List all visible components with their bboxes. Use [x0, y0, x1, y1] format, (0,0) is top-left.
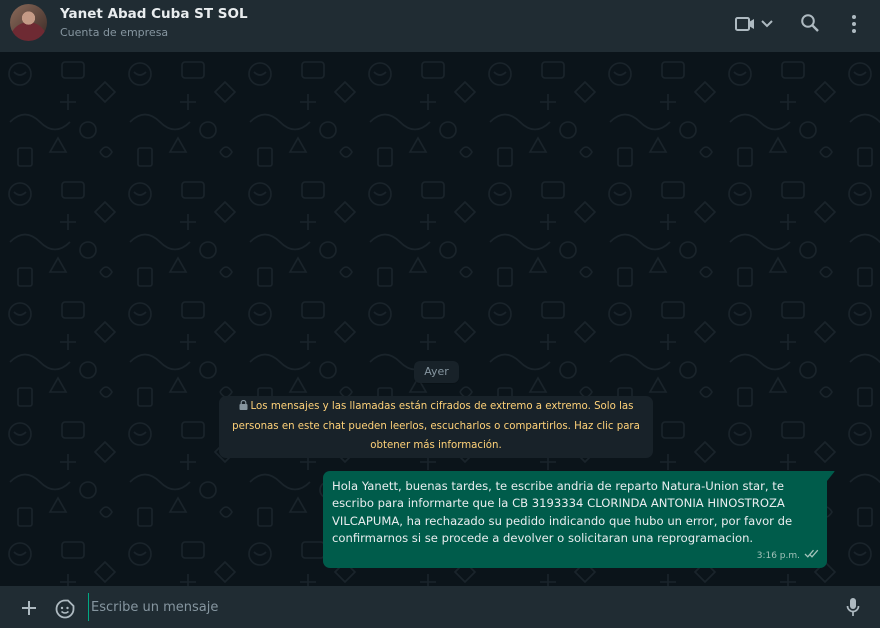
menu-icon[interactable]: [846, 13, 862, 35]
chevron-down-icon[interactable]: [760, 17, 774, 31]
encryption-notice-text: Los mensajes y las llamadas están cifrad…: [232, 401, 640, 451]
sticker-icon[interactable]: [55, 599, 75, 619]
contact-name[interactable]: Yanet Abad Cuba ST SOL: [60, 6, 248, 22]
search-icon[interactable]: [800, 13, 820, 33]
message-time: 3:16 p.m.: [756, 550, 800, 561]
contact-subtitle: Cuenta de empresa: [60, 26, 169, 39]
encryption-notice[interactable]: Los mensajes y las llamadas están cifrad…: [219, 396, 653, 458]
double-check-icon: [804, 548, 819, 565]
message-input[interactable]: [88, 593, 831, 621]
message-list[interactable]: Ayer Los mensajes y las llamadas están c…: [0, 52, 880, 586]
avatar[interactable]: [10, 4, 47, 41]
message-meta: 3:16 p.m.: [757, 548, 819, 565]
message-text: Hola Yanett, buenas tardes, te escribe a…: [332, 479, 793, 545]
message-bubble-outgoing[interactable]: Hola Yanett, buenas tardes, te escribe a…: [323, 471, 827, 568]
date-separator: Ayer: [414, 361, 459, 383]
plus-icon[interactable]: [20, 599, 38, 617]
lock-icon: [239, 398, 248, 417]
video-call-icon[interactable]: [734, 13, 756, 35]
microphone-icon[interactable]: [845, 597, 861, 617]
chat-header: Yanet Abad Cuba ST SOL Cuenta de empresa: [0, 0, 880, 52]
bubble-tail: [827, 471, 835, 481]
composer: [0, 586, 880, 628]
